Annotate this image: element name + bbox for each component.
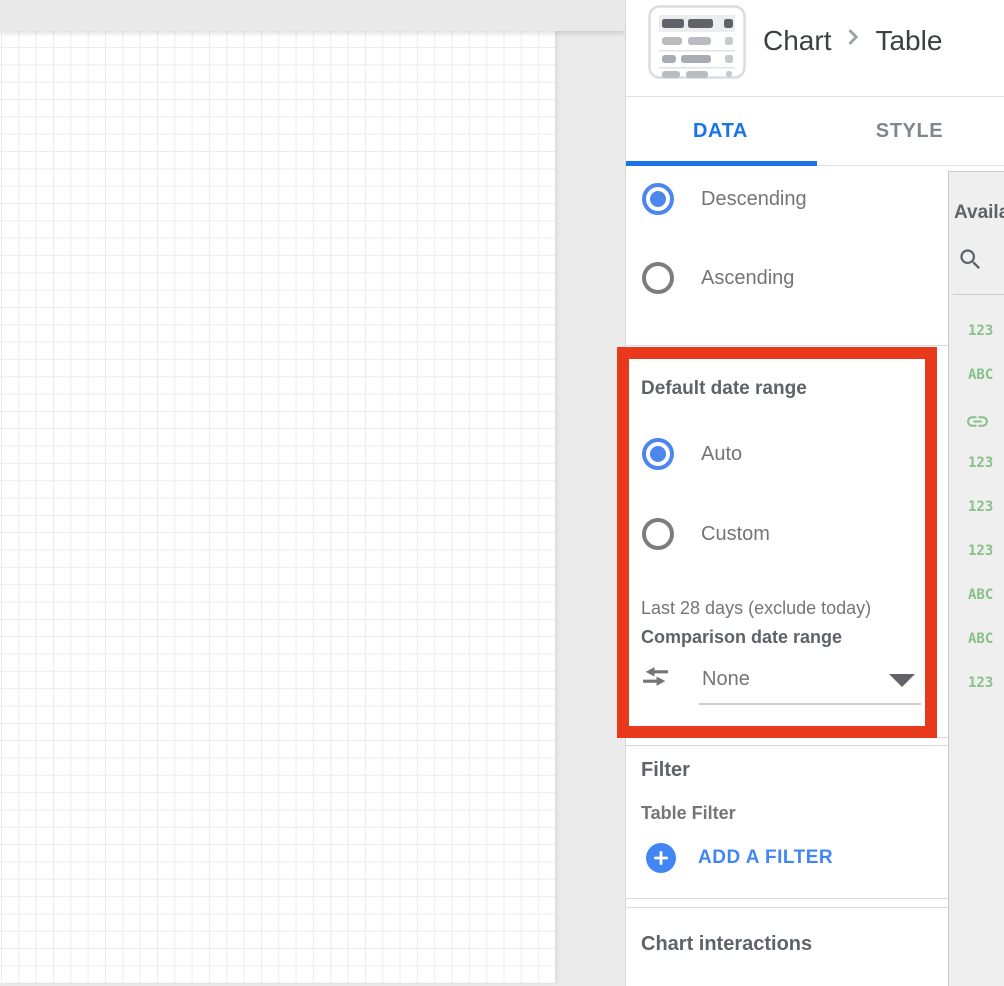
compare-arrows-icon xyxy=(641,662,670,696)
current-date-range-text: Last 28 days (exclude today) xyxy=(641,598,871,619)
table-filter-label: Table Filter xyxy=(641,803,736,824)
field-type-number-icon[interactable]: 123 xyxy=(968,455,1004,477)
sort-section: Descending Ascending xyxy=(626,166,948,346)
available-fields-heading: Available fields xyxy=(954,202,1004,224)
radio-unselected-icon[interactable] xyxy=(642,518,674,550)
tab-style-label: STYLE xyxy=(876,120,943,143)
chevron-right-icon xyxy=(840,24,866,57)
radio-label: Custom xyxy=(701,523,770,546)
chart-interactions-section: Chart interactions xyxy=(626,907,948,986)
report-canvas-page[interactable] xyxy=(0,31,555,983)
panel-body: Descending Ascending Default date range … xyxy=(626,166,1004,986)
field-type-number-icon[interactable]: 123 xyxy=(968,543,1004,565)
date-range-option-auto[interactable]: Auto xyxy=(642,437,742,471)
dropdown-underline xyxy=(699,703,921,705)
radio-selected-icon[interactable] xyxy=(642,183,674,215)
app-screenshot: Chart Table DATA STYLE Descending xyxy=(0,0,1004,986)
available-fields-panel: Available fields 123 ABC 123 123 123 ABC… xyxy=(948,171,1004,986)
radio-label: Ascending xyxy=(701,267,794,290)
breadcrumb: Chart Table xyxy=(763,24,942,57)
dropdown-caret-icon[interactable] xyxy=(889,674,915,687)
date-range-option-custom[interactable]: Custom xyxy=(642,517,770,551)
fields-divider xyxy=(953,294,1004,295)
field-type-text-icon[interactable]: ABC xyxy=(968,367,1004,389)
search-icon[interactable] xyxy=(957,246,984,278)
add-filter-label: ADD A FILTER xyxy=(698,847,833,869)
sort-option-descending[interactable]: Descending xyxy=(642,182,807,216)
date-range-section: Default date range Auto Custom Last 28 d… xyxy=(626,352,948,738)
panel-tabs: DATA STYLE xyxy=(626,97,1004,166)
filter-section: Filter Table Filter ADD A FILTER xyxy=(626,745,948,899)
plus-circle-icon[interactable] xyxy=(646,843,676,873)
field-type-url-icon[interactable] xyxy=(965,409,1004,431)
field-type-number-icon[interactable]: 123 xyxy=(968,499,1004,521)
canvas-top-margin xyxy=(0,0,625,31)
field-type-number-icon[interactable]: 123 xyxy=(968,675,1004,697)
comparison-dropdown[interactable]: None xyxy=(641,662,750,696)
properties-panel: Chart Table DATA STYLE Descending xyxy=(625,0,1004,986)
chart-interactions-heading: Chart interactions xyxy=(641,933,812,956)
radio-unselected-icon[interactable] xyxy=(642,262,674,294)
breadcrumb-chart[interactable]: Chart xyxy=(763,25,831,57)
sort-option-ascending[interactable]: Ascending xyxy=(642,261,794,295)
comparison-date-range-heading: Comparison date range xyxy=(641,627,842,648)
tab-data-label: DATA xyxy=(693,120,748,143)
table-chart-icon xyxy=(648,5,746,84)
breadcrumb-table: Table xyxy=(875,25,942,57)
filter-heading: Filter xyxy=(641,759,690,782)
field-type-text-icon[interactable]: ABC xyxy=(968,587,1004,609)
radio-label: Auto xyxy=(701,443,742,466)
radio-label: Descending xyxy=(701,188,807,211)
comparison-dropdown-value: None xyxy=(702,668,750,691)
add-filter-button[interactable]: ADD A FILTER xyxy=(646,843,833,873)
panel-header: Chart Table xyxy=(626,0,1004,97)
tab-data[interactable]: DATA xyxy=(626,97,815,165)
field-type-text-icon[interactable]: ABC xyxy=(968,631,1004,653)
tab-style[interactable]: STYLE xyxy=(815,97,1004,165)
field-type-number-icon[interactable]: 123 xyxy=(968,323,1004,345)
radio-selected-icon[interactable] xyxy=(642,438,674,470)
date-range-heading: Default date range xyxy=(641,378,807,400)
